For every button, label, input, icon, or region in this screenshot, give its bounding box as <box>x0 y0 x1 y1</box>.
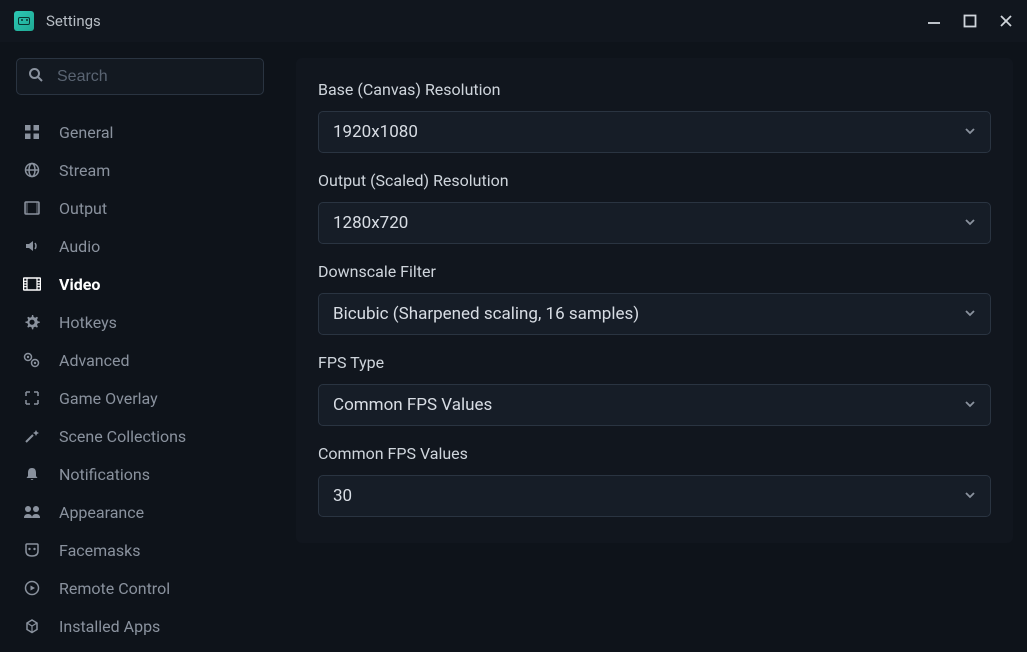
select-value: 30 <box>333 486 964 506</box>
sidebar-item-game-overlay[interactable]: Game Overlay <box>16 379 264 417</box>
sidebar-item-label: Facemasks <box>59 541 141 560</box>
sidebar-item-installed-apps[interactable]: Installed Apps <box>16 607 264 645</box>
select-value: 1920x1080 <box>333 122 964 142</box>
select-downscale-filter[interactable]: Bicubic (Sharpened scaling, 16 samples) <box>318 293 991 335</box>
sidebar-item-label: Hotkeys <box>59 313 117 332</box>
content: Base (Canvas) Resolution 1920x1080 Outpu… <box>280 42 1027 652</box>
chevron-down-icon <box>964 122 976 142</box>
sidebar-item-general[interactable]: General <box>16 113 264 151</box>
chevron-down-icon <box>964 395 976 415</box>
sidebar-item-audio[interactable]: Audio <box>16 227 264 265</box>
sidebar-item-label: Stream <box>59 161 110 180</box>
select-value: 1280x720 <box>333 213 964 233</box>
search-icon <box>28 67 44 87</box>
gears-icon <box>22 352 42 368</box>
play-icon <box>22 580 42 596</box>
video-icon <box>22 276 42 292</box>
sidebar-item-label: Installed Apps <box>59 617 160 636</box>
sidebar-item-label: Video <box>59 275 100 294</box>
window-title: Settings <box>46 12 915 30</box>
sidebar-item-scene-collections[interactable]: Scene Collections <box>16 417 264 455</box>
minimize-icon <box>927 14 941 28</box>
chevron-down-icon <box>964 213 976 233</box>
volume-icon <box>22 238 42 254</box>
maximize-icon <box>963 14 977 28</box>
sidebar-item-appearance[interactable]: Appearance <box>16 493 264 531</box>
select-fps-type[interactable]: Common FPS Values <box>318 384 991 426</box>
select-common-fps[interactable]: 30 <box>318 475 991 517</box>
field-label-output-res: Output (Scaled) Resolution <box>318 171 991 190</box>
gear-icon <box>22 314 42 330</box>
window-controls <box>927 14 1013 28</box>
sidebar: General Stream Output Audio Video <box>0 42 280 652</box>
sidebar-item-label: Remote Control <box>59 579 170 598</box>
box-icon <box>22 618 42 634</box>
sidebar-item-label: Game Overlay <box>59 389 158 408</box>
globe-icon <box>22 162 42 178</box>
grid-icon <box>22 124 42 140</box>
field-label-fps-type: FPS Type <box>318 353 991 372</box>
sidebar-item-label: General <box>59 123 113 142</box>
select-output-resolution[interactable]: 1280x720 <box>318 202 991 244</box>
select-value: Common FPS Values <box>333 395 964 415</box>
sidebar-item-label: Output <box>59 199 107 218</box>
sidebar-item-facemasks[interactable]: Facemasks <box>16 531 264 569</box>
sidebar-item-advanced[interactable]: Advanced <box>16 341 264 379</box>
sidebar-item-label: Appearance <box>59 503 144 522</box>
search-wrap <box>16 58 264 95</box>
sidebar-item-stream[interactable]: Stream <box>16 151 264 189</box>
video-panel: Base (Canvas) Resolution 1920x1080 Outpu… <box>296 58 1013 543</box>
chevron-down-icon <box>964 304 976 324</box>
sidebar-item-label: Scene Collections <box>59 427 186 446</box>
users-icon <box>22 504 42 520</box>
sidebar-item-label: Advanced <box>59 351 130 370</box>
sidebar-item-hotkeys[interactable]: Hotkeys <box>16 303 264 341</box>
overlay-icon <box>22 390 42 406</box>
select-base-resolution[interactable]: 1920x1080 <box>318 111 991 153</box>
minimize-button[interactable] <box>927 14 941 28</box>
search-input[interactable] <box>16 58 264 95</box>
chevron-down-icon <box>964 486 976 506</box>
close-icon <box>999 14 1013 28</box>
bell-icon <box>22 466 42 482</box>
film-icon <box>22 200 42 216</box>
sidebar-item-output[interactable]: Output <box>16 189 264 227</box>
main: General Stream Output Audio Video <box>0 42 1027 652</box>
sidebar-item-remote-control[interactable]: Remote Control <box>16 569 264 607</box>
titlebar: Settings <box>0 0 1027 42</box>
field-label-base-res: Base (Canvas) Resolution <box>318 80 991 99</box>
app-icon <box>14 11 34 31</box>
wand-icon <box>22 428 42 444</box>
sidebar-item-video[interactable]: Video <box>16 265 264 303</box>
field-label-downscale: Downscale Filter <box>318 262 991 281</box>
sidebar-item-label: Audio <box>59 237 100 256</box>
mask-icon <box>22 542 42 558</box>
sidebar-item-notifications[interactable]: Notifications <box>16 455 264 493</box>
select-value: Bicubic (Sharpened scaling, 16 samples) <box>333 304 964 324</box>
sidebar-item-label: Notifications <box>59 465 150 484</box>
close-button[interactable] <box>999 14 1013 28</box>
field-label-common-fps: Common FPS Values <box>318 444 991 463</box>
maximize-button[interactable] <box>963 14 977 28</box>
